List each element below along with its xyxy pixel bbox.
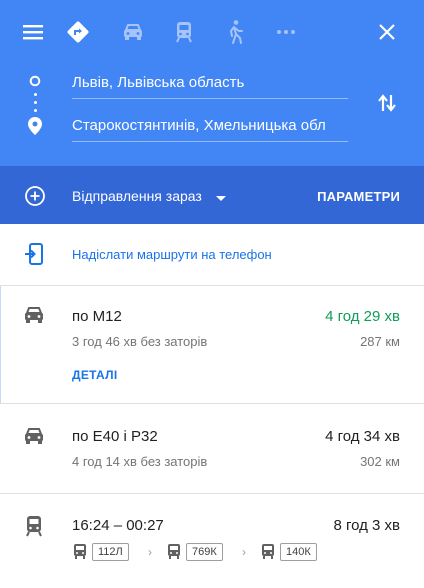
origin-marker-icon	[27, 73, 43, 89]
departure-time-dropdown[interactable]: Відправлення зараз	[72, 188, 226, 205]
transit-icon[interactable]	[170, 19, 198, 45]
car-icon[interactable]	[119, 19, 147, 45]
route-duration-no-traffic: 3 год 46 хв без заторів	[72, 334, 208, 349]
car-icon	[22, 424, 46, 448]
transit-line-badge: 769К	[186, 543, 223, 561]
route-duration: 8 год 3 хв	[333, 517, 400, 534]
transit-line-badge: 140К	[280, 543, 317, 561]
route-details-link[interactable]: ДЕТАЛІ	[72, 368, 118, 382]
origin-input[interactable]: Львів, Львівська область	[72, 71, 348, 99]
destination-input[interactable]: Старокостянтинів, Хмельницька обл	[72, 114, 348, 142]
chevron-right-icon: ›	[242, 545, 246, 559]
departure-time-label: Відправлення зараз	[72, 188, 202, 204]
menu-icon[interactable]	[20, 20, 46, 44]
route-title: по M12	[72, 308, 122, 325]
transit-line-badge: 112Л	[92, 543, 129, 561]
directions-header: Львів, Львівська область Старокостянтині…	[0, 0, 424, 166]
route-distance: 302 км	[360, 454, 400, 469]
more-icon[interactable]	[272, 22, 300, 42]
send-to-phone-icon	[22, 241, 46, 267]
swap-icon[interactable]	[373, 89, 401, 117]
car-icon	[22, 303, 46, 327]
options-button[interactable]: ПАРАМЕТРИ	[317, 189, 400, 204]
route-time-range: 16:24 – 00:27	[72, 517, 164, 534]
route-duration: 4 год 34 хв	[325, 428, 400, 445]
chevron-down-icon	[215, 189, 226, 205]
route-duration-no-traffic: 4 год 14 хв без заторів	[72, 454, 208, 469]
route-option-3[interactable]	[0, 494, 424, 588]
bus-icon	[260, 543, 276, 561]
add-stop-icon[interactable]	[22, 183, 48, 209]
walk-icon[interactable]	[221, 18, 249, 46]
close-icon[interactable]	[374, 19, 400, 45]
travel-mode-bar	[0, 0, 424, 64]
destination-pin-icon	[26, 116, 44, 136]
route-distance: 287 км	[360, 334, 400, 349]
best-route-icon[interactable]	[64, 18, 92, 46]
route-duration: 4 год 29 хв	[325, 308, 400, 325]
bus-icon	[166, 543, 182, 561]
bus-icon	[72, 543, 88, 561]
chevron-right-icon: ›	[148, 545, 152, 559]
route-title: по E40 і P32	[72, 428, 158, 445]
route-option-2[interactable]	[0, 404, 424, 494]
transit-icon	[22, 513, 46, 539]
send-to-phone-label: Надіслати маршрути на телефон	[72, 247, 272, 262]
